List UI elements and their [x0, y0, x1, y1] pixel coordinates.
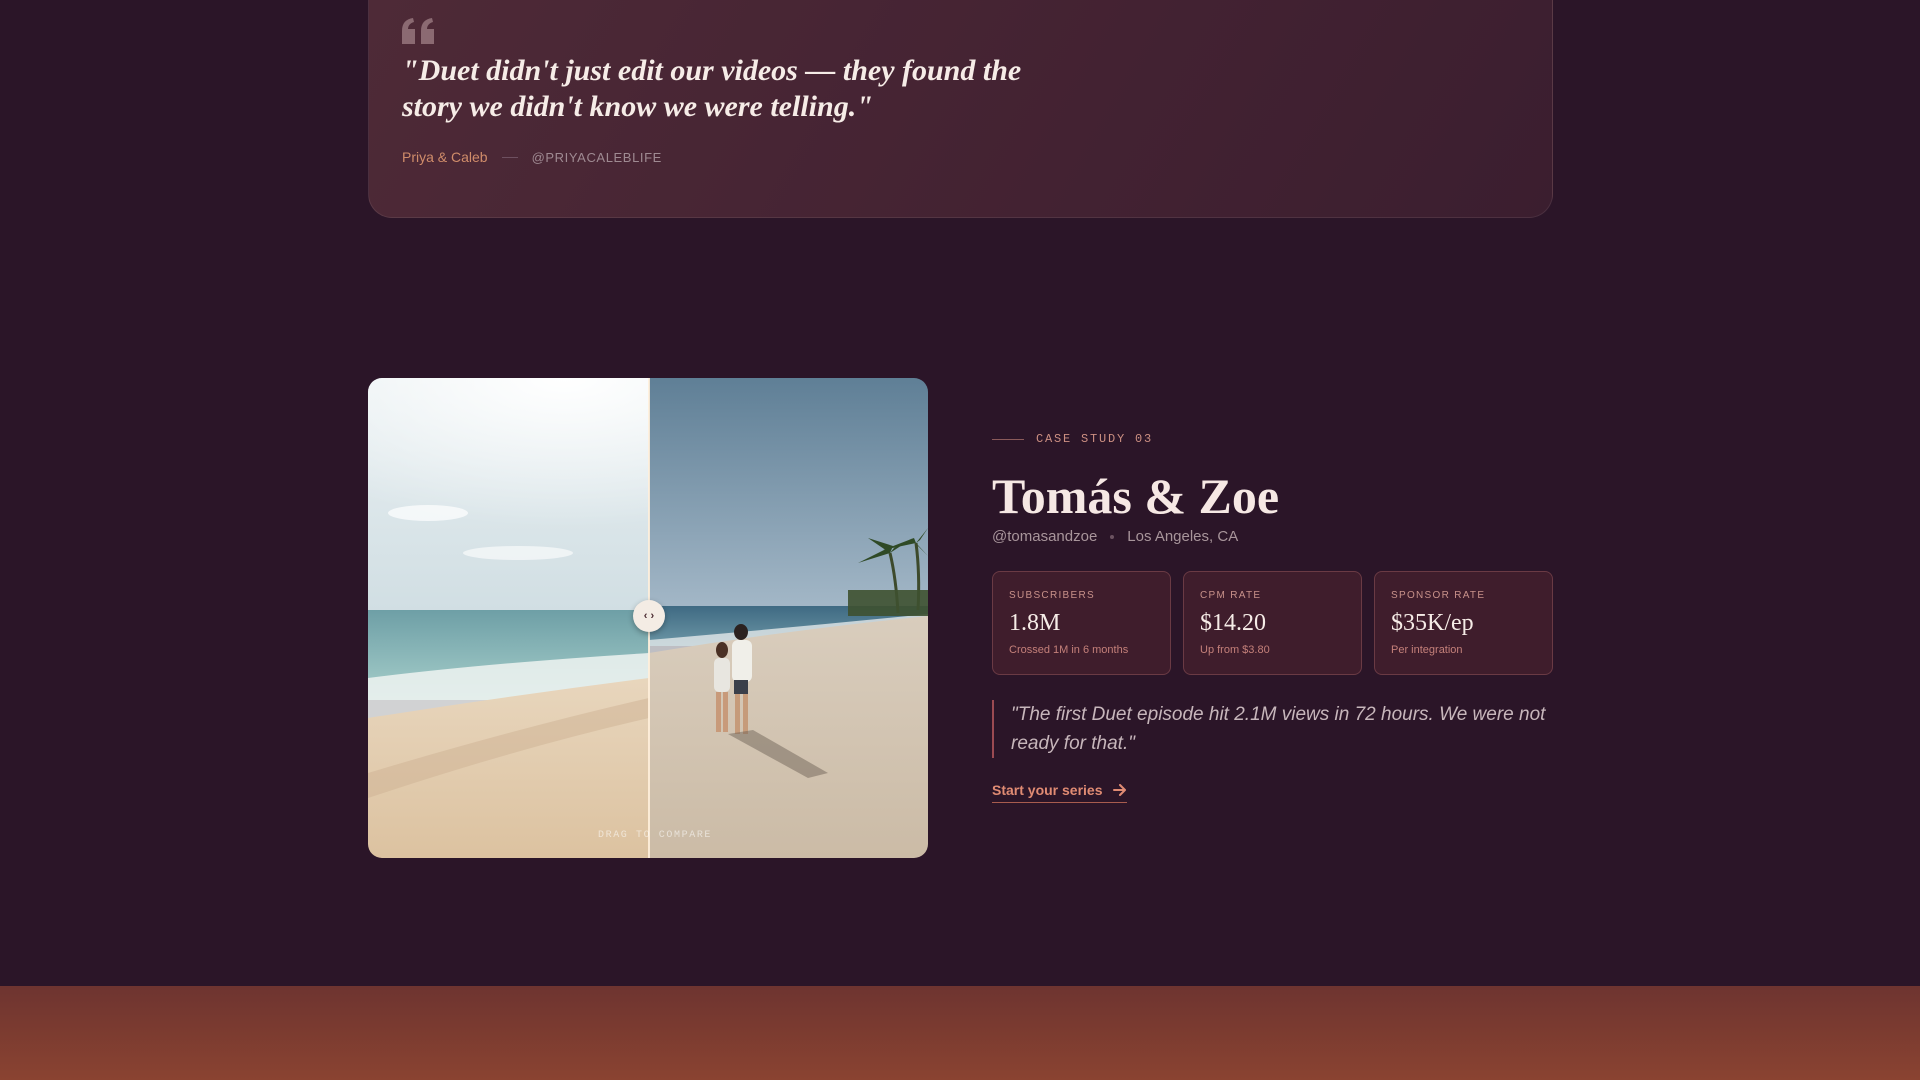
before-after-comparison[interactable]: ‹ › DRAG TO COMPARE — [368, 378, 928, 858]
footer-band — [0, 986, 1920, 1080]
stat-value: 1.8M — [1009, 610, 1061, 636]
arrow-right-icon — [1112, 784, 1127, 796]
stat-label: SUBSCRIBERS — [1009, 590, 1095, 601]
stat-note: Up from $3.80 — [1200, 644, 1270, 656]
case-study-location: Los Angeles, CA — [1127, 528, 1239, 545]
quote-icon — [402, 18, 436, 44]
testimonial-card: "Duet didn't just edit our videos — they… — [368, 0, 1553, 218]
testimonial-attribution: Priya & Caleb @PRIYACALEBLIFE — [402, 149, 662, 165]
cta-label: Start your series — [992, 782, 1103, 798]
compare-hint: DRAG TO COMPARE — [598, 830, 713, 841]
stat-value: $35K/ep — [1391, 610, 1474, 636]
case-study-meta: @tomasandzoe Los Angeles, CA — [992, 528, 1238, 545]
stat-label: CPM RATE — [1200, 590, 1262, 601]
case-study-handle: @tomasandzoe — [992, 528, 1098, 545]
case-study-title: Tomás & Zoe — [992, 468, 1280, 524]
attribution-divider — [501, 156, 518, 158]
stat-card-cpm-rate: CPM RATE $14.20 Up from $3.80 — [1183, 571, 1362, 675]
stat-value: $14.20 — [1200, 610, 1266, 636]
stat-card-sponsor-rate: SPONSOR RATE $35K/ep Per integration — [1374, 571, 1553, 675]
testimonial-quote: "Duet didn't just edit our videos — they… — [402, 54, 1022, 123]
stat-card-subscribers: SUBSCRIBERS 1.8M Crossed 1M in 6 months — [992, 571, 1171, 675]
testimonial-handle: @PRIYACALEBLIFE — [531, 149, 662, 165]
stat-note: Per integration — [1391, 644, 1463, 656]
eyebrow-text: CASE STUDY 03 — [1036, 432, 1154, 446]
case-study-eyebrow: CASE STUDY 03 — [992, 432, 1153, 446]
stat-label: SPONSOR RATE — [1391, 590, 1486, 601]
page: "Duet didn't just edit our videos — they… — [0, 0, 1920, 1080]
compare-drag-handle[interactable]: ‹ › — [633, 600, 665, 632]
eyebrow-line — [992, 438, 1024, 440]
arrows-horizontal-icon: ‹ › — [643, 610, 655, 622]
start-series-link[interactable]: Start your series — [992, 782, 1127, 803]
meta-separator — [1110, 534, 1115, 539]
stat-note: Crossed 1M in 6 months — [1009, 644, 1129, 656]
case-study-quote: "The first Duet episode hit 2.1M views i… — [992, 700, 1552, 758]
testimonial-author: Priya & Caleb — [402, 149, 488, 165]
stats-row: SUBSCRIBERS 1.8M Crossed 1M in 6 months … — [992, 571, 1553, 675]
